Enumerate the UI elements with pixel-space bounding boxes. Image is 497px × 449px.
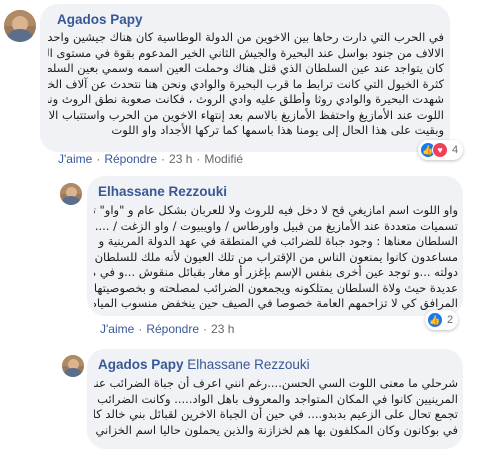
comment-text: شرحلي ما معنى اللوت السي الحسن....رغم ان… (94, 376, 458, 438)
avatar[interactable] (60, 183, 82, 205)
like-button[interactable]: J'aime (100, 322, 134, 336)
reaction-count: 2 (447, 314, 454, 326)
avatar[interactable] (62, 355, 84, 377)
comment-actions: J'aime · Répondre · 23 h (100, 322, 235, 336)
comment-line: شهدت البحيرة والوادي روثا وأطلق عليه واد… (48, 92, 444, 106)
comment-text: في الحرب التي دارت رحاها بين الاخوين من … (48, 30, 444, 139)
comment-line: تجمع تحال على الزعيم بدبدو.... في حين أن… (94, 407, 458, 421)
reactions-badge[interactable]: 👍 ♥ 4 (418, 140, 464, 160)
comment-line: عديدة حيث ولاة السلطان يمتلكونه ويجمعون … (94, 280, 458, 295)
comment-line: مساعدون كانوا يمنعون الناس من الإقتراب م… (94, 249, 458, 264)
comment-line: الالاف من جنود بواسل عند البحيرة والجيش … (48, 45, 444, 60)
comment-line: واو اللوت اسم امازيغي قح لا دخل فيه للرو… (94, 203, 458, 217)
like-button[interactable]: J'aime (58, 152, 92, 166)
comment-line: المرافق كي لا تزاحمهم العامة خصوصا في ال… (94, 296, 458, 310)
comment-line: كان يتواجد عند عين السلطان الذي قتل هناك… (48, 61, 444, 75)
comment-line: في الحرب التي دارت رحاها بين الاخوين من … (48, 30, 444, 44)
comment-author[interactable]: Agados Papy (57, 12, 143, 27)
comment-line: شرحلي ما معنى اللوت السي الحسن....رغم ان… (94, 376, 458, 390)
author-name[interactable]: Agados Papy (98, 357, 184, 372)
reply-button[interactable]: Répondre (104, 152, 157, 166)
comment-line: وبقيت على هذا الحال إلى يومنا هذا باسمها… (111, 123, 444, 137)
comment-line: السلطان معناها : وجود جباة للضرائب في ال… (94, 234, 458, 248)
comment-text: واو اللوت اسم امازيغي قح لا دخل فيه للرو… (94, 203, 458, 312)
timestamp[interactable]: 23 h (169, 152, 192, 166)
timestamp[interactable]: 23 h (211, 322, 234, 336)
comment-author[interactable]: Elhassane Rezzouki (98, 184, 227, 199)
mention-link[interactable]: Elhassane Rezzouki (187, 357, 309, 372)
reaction-count: 4 (452, 144, 459, 156)
comment-author[interactable]: Agados Papy Elhassane Rezzouki (98, 357, 310, 372)
comment-line: اللوت عند الأمازيغ واحتفظ الأمازيغ بالاس… (48, 107, 444, 122)
comment-actions: J'aime · Répondre · 23 h · Modifié (58, 152, 244, 166)
comment-line: دولته ...و توجد عين أخرى بنفس الإسم بإغز… (94, 265, 458, 279)
modified-label: Modifié (204, 152, 244, 166)
avatar[interactable] (4, 10, 36, 42)
reactions-badge[interactable]: 👍 2 (425, 310, 459, 330)
love-reaction-icon: ♥ (432, 142, 448, 158)
comment-line: كثرة الخيول التي كانت ترابط ما قرب البحي… (48, 76, 444, 91)
like-reaction-icon: 👍 (427, 312, 443, 328)
comment-line: في بوكانون وكان المكلفون بها هم لخزازنة … (95, 422, 458, 437)
comment-line: المرينيين كانوا في المكان المتواجد والمع… (94, 391, 458, 406)
comment-line: تسميات متعددة عند الأمازيغ من قبيل واورط… (94, 218, 458, 233)
reply-button[interactable]: Répondre (146, 322, 199, 336)
